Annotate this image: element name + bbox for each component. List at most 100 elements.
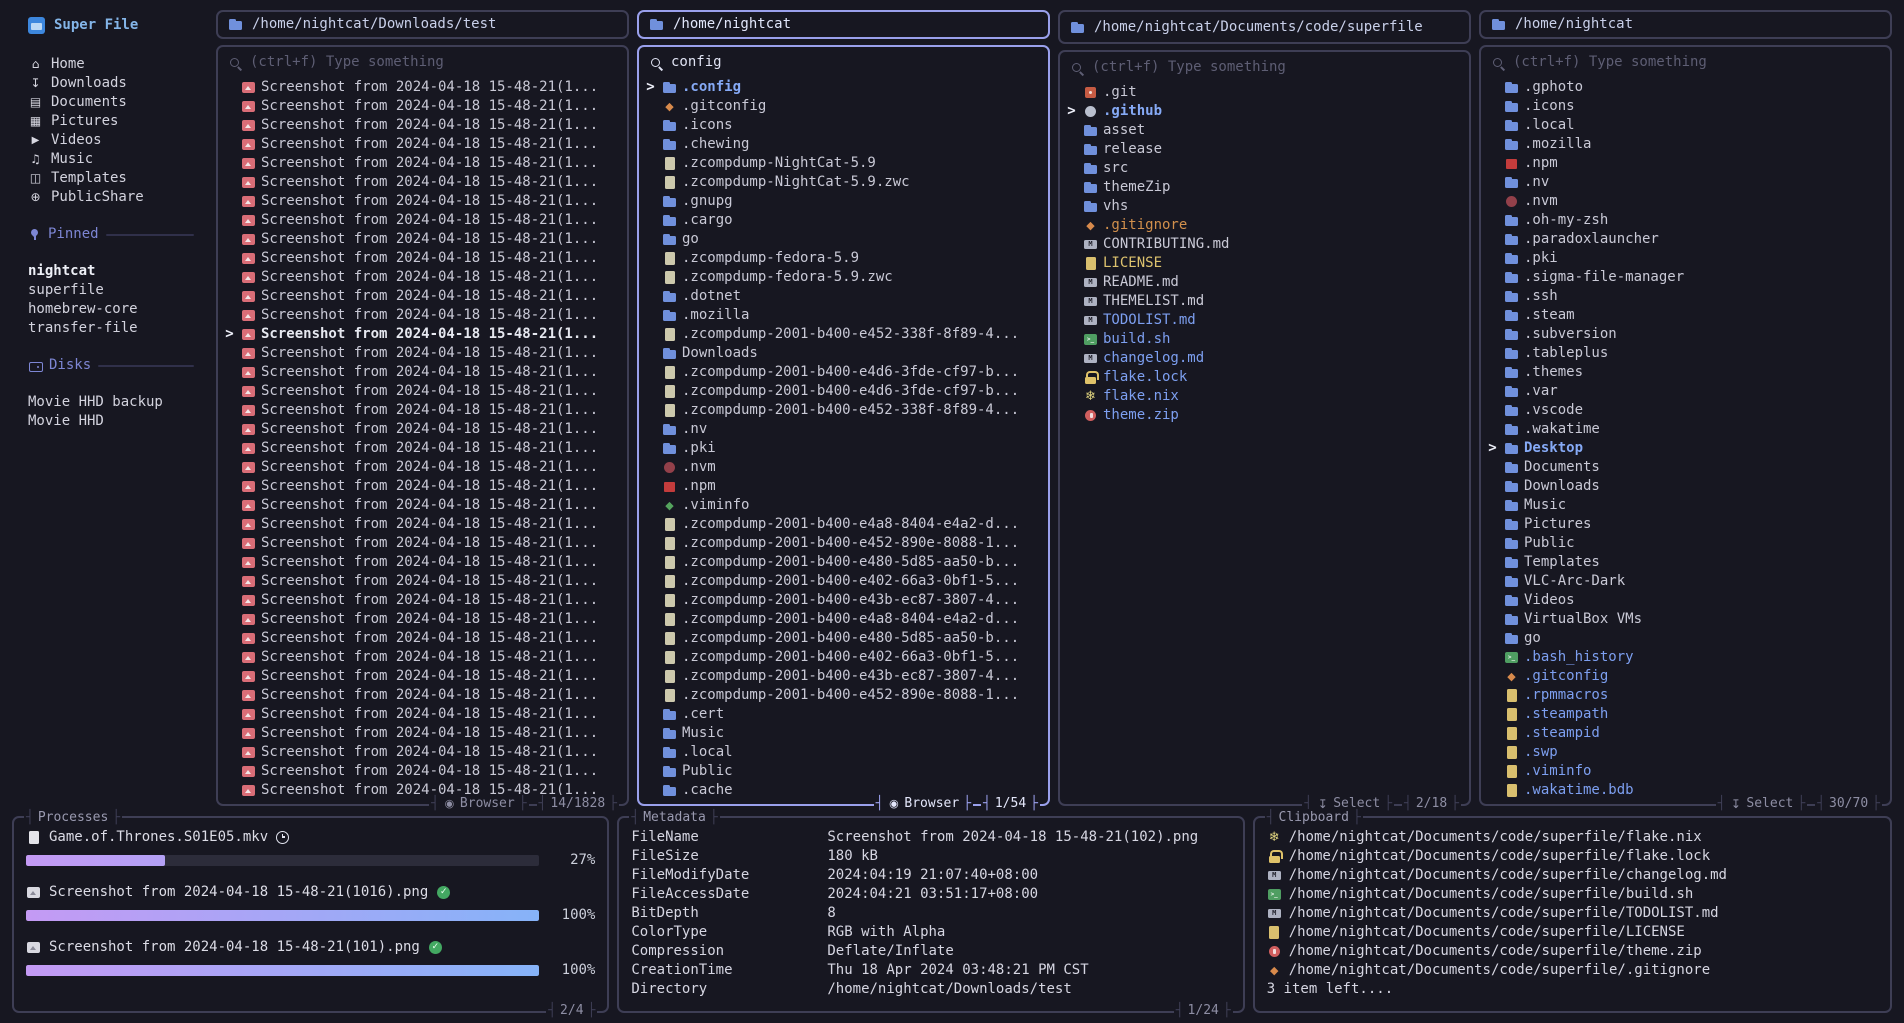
file-row[interactable]: ❄flake.nix bbox=[1060, 387, 1469, 406]
file-row[interactable]: Screenshot from 2024-04-18 15-48-21(1... bbox=[218, 420, 627, 439]
file-row[interactable]: .zcompdump-2001-b400-e43b-ec87-3807-4... bbox=[639, 667, 1048, 686]
file-row[interactable]: Screenshot from 2024-04-18 15-48-21(1... bbox=[218, 667, 627, 686]
file-row[interactable]: Screenshot from 2024-04-18 15-48-21(1... bbox=[218, 344, 627, 363]
file-row[interactable]: .chewing bbox=[639, 135, 1048, 154]
file-row[interactable]: .zcompdump-2001-b400-e452-890e-8088-1... bbox=[639, 534, 1048, 553]
file-row[interactable]: Public bbox=[1481, 534, 1890, 553]
file-row[interactable]: .cargo bbox=[639, 211, 1048, 230]
file-row[interactable]: .zcompdump-NightCat-5.9.zwc bbox=[639, 173, 1048, 192]
pinned-item-transfer-file[interactable]: transfer-file bbox=[28, 319, 208, 338]
file-row[interactable]: Public bbox=[639, 762, 1048, 781]
file-row[interactable]: .zcompdump-2001-b400-e452-338f-8f89-4... bbox=[639, 325, 1048, 344]
pinned-item-homebrew-core[interactable]: homebrew-core bbox=[28, 300, 208, 319]
file-row[interactable]: .npm bbox=[1481, 154, 1890, 173]
file-row[interactable]: .cache bbox=[639, 781, 1048, 800]
file-row[interactable]: .zcompdump-2001-b400-e402-66a3-0bf1-5... bbox=[639, 648, 1048, 667]
file-row[interactable]: THEMELIST.md bbox=[1060, 292, 1469, 311]
file-row[interactable]: Screenshot from 2024-04-18 15-48-21(1... bbox=[218, 610, 627, 629]
panel-path-bar[interactable]: /home/nightcat bbox=[1479, 10, 1892, 39]
file-row[interactable]: .zcompdump-2001-b400-e480-5d85-aa50-b... bbox=[639, 629, 1048, 648]
file-row[interactable]: Screenshot from 2024-04-18 15-48-21(1... bbox=[218, 553, 627, 572]
sidebar-item-documents[interactable]: ▤Documents bbox=[28, 93, 208, 112]
file-row[interactable]: Screenshot from 2024-04-18 15-48-21(1... bbox=[218, 230, 627, 249]
file-row[interactable]: release bbox=[1060, 140, 1469, 159]
file-row[interactable]: asset bbox=[1060, 121, 1469, 140]
file-row[interactable]: Screenshot from 2024-04-18 15-48-21(1... bbox=[218, 439, 627, 458]
file-row[interactable]: .swp bbox=[1481, 743, 1890, 762]
file-row[interactable]: .zcompdump-fedora-5.9.zwc bbox=[639, 268, 1048, 287]
file-row[interactable]: .dotnet bbox=[639, 287, 1048, 306]
panel-search[interactable]: (ctrl+f) Type something bbox=[1481, 51, 1890, 78]
file-row[interactable]: .rpmmacros bbox=[1481, 686, 1890, 705]
file-row[interactable]: TODOLIST.md bbox=[1060, 311, 1469, 330]
file-row[interactable]: Screenshot from 2024-04-18 15-48-21(1... bbox=[218, 173, 627, 192]
pinned-item-nightcat[interactable]: nightcat bbox=[28, 262, 208, 281]
file-row[interactable]: VirtualBox VMs bbox=[1481, 610, 1890, 629]
file-row[interactable]: .steam bbox=[1481, 306, 1890, 325]
file-row[interactable]: .zcompdump-2001-b400-e4d6-3fde-cf97-b... bbox=[639, 363, 1048, 382]
file-row[interactable]: Pictures bbox=[1481, 515, 1890, 534]
file-row[interactable]: Screenshot from 2024-04-18 15-48-21(1... bbox=[218, 211, 627, 230]
file-row[interactable]: .zcompdump-NightCat-5.9 bbox=[639, 154, 1048, 173]
file-row[interactable]: src bbox=[1060, 159, 1469, 178]
file-row[interactable]: Screenshot from 2024-04-18 15-48-21(1... bbox=[218, 724, 627, 743]
file-row[interactable]: Screenshot from 2024-04-18 15-48-21(1... bbox=[218, 743, 627, 762]
panel-path-bar[interactable]: /home/nightcat bbox=[637, 10, 1050, 39]
file-row[interactable]: Screenshot from 2024-04-18 15-48-21(1... bbox=[218, 458, 627, 477]
file-row[interactable]: Screenshot from 2024-04-18 15-48-21(1... bbox=[218, 401, 627, 420]
file-row[interactable]: .pki bbox=[1481, 249, 1890, 268]
file-row[interactable]: theme.zip bbox=[1060, 406, 1469, 425]
file-row[interactable]: CONTRIBUTING.md bbox=[1060, 235, 1469, 254]
file-row[interactable]: .var bbox=[1481, 382, 1890, 401]
panel-path-bar[interactable]: /home/nightcat/Documents/code/superfile bbox=[1058, 10, 1471, 44]
file-row[interactable]: ◆.viminfo bbox=[639, 496, 1048, 515]
file-row[interactable]: README.md bbox=[1060, 273, 1469, 292]
file-row[interactable]: VLC-Arc-Dark bbox=[1481, 572, 1890, 591]
file-row[interactable]: LICENSE bbox=[1060, 254, 1469, 273]
file-row[interactable]: .nvm bbox=[639, 458, 1048, 477]
file-row[interactable]: Videos bbox=[1481, 591, 1890, 610]
file-row[interactable]: go bbox=[1481, 629, 1890, 648]
sidebar-item-home[interactable]: ⌂Home bbox=[28, 55, 208, 74]
file-row[interactable]: Screenshot from 2024-04-18 15-48-21(1... bbox=[218, 686, 627, 705]
disk-item-movie-hhd[interactable]: Movie HHD bbox=[28, 412, 208, 431]
file-row[interactable]: .cert bbox=[639, 705, 1048, 724]
sidebar-item-videos[interactable]: ▶Videos bbox=[28, 131, 208, 150]
panel-search[interactable]: (ctrl+f) Type something bbox=[218, 51, 627, 78]
file-row[interactable]: .steampath bbox=[1481, 705, 1890, 724]
file-row[interactable]: .nv bbox=[1481, 173, 1890, 192]
file-row[interactable]: themeZip bbox=[1060, 178, 1469, 197]
file-row[interactable]: .steampid bbox=[1481, 724, 1890, 743]
file-row[interactable]: Screenshot from 2024-04-18 15-48-21(1... bbox=[218, 268, 627, 287]
file-row[interactable]: .sigma-file-manager bbox=[1481, 268, 1890, 287]
file-row[interactable]: Templates bbox=[1481, 553, 1890, 572]
file-row[interactable]: Screenshot from 2024-04-18 15-48-21(1... bbox=[218, 591, 627, 610]
file-row[interactable]: Screenshot from 2024-04-18 15-48-21(1... bbox=[218, 192, 627, 211]
file-row[interactable]: Screenshot from 2024-04-18 15-48-21(1... bbox=[218, 515, 627, 534]
file-row[interactable]: >Desktop bbox=[1481, 439, 1890, 458]
file-row[interactable]: Screenshot from 2024-04-18 15-48-21(1... bbox=[218, 249, 627, 268]
file-row[interactable]: Screenshot from 2024-04-18 15-48-21(1... bbox=[218, 78, 627, 97]
file-row[interactable]: Screenshot from 2024-04-18 15-48-21(1... bbox=[218, 306, 627, 325]
file-row[interactable]: >.config bbox=[639, 78, 1048, 97]
file-row[interactable]: .local bbox=[1481, 116, 1890, 135]
file-row[interactable]: flake.lock bbox=[1060, 368, 1469, 387]
file-row[interactable]: Screenshot from 2024-04-18 15-48-21(1... bbox=[218, 496, 627, 515]
file-row[interactable]: .subversion bbox=[1481, 325, 1890, 344]
file-row[interactable]: .local bbox=[639, 743, 1048, 762]
file-row[interactable]: .icons bbox=[1481, 97, 1890, 116]
file-row[interactable]: Screenshot from 2024-04-18 15-48-21(1... bbox=[218, 363, 627, 382]
file-row[interactable]: .oh-my-zsh bbox=[1481, 211, 1890, 230]
file-row[interactable]: ◆.gitconfig bbox=[1481, 667, 1890, 686]
sidebar-item-publicshare[interactable]: ⊕PublicShare bbox=[28, 188, 208, 207]
file-row[interactable]: .mozilla bbox=[1481, 135, 1890, 154]
file-row[interactable]: .npm bbox=[639, 477, 1048, 496]
file-row[interactable]: Screenshot from 2024-04-18 15-48-21(1... bbox=[218, 648, 627, 667]
file-row[interactable]: ◆.gitignore bbox=[1060, 216, 1469, 235]
file-row[interactable]: Music bbox=[639, 724, 1048, 743]
file-row[interactable]: .gphoto bbox=[1481, 78, 1890, 97]
file-row[interactable]: .nvm bbox=[1481, 192, 1890, 211]
disk-item-movie-hhd-backup[interactable]: Movie HHD backup bbox=[28, 393, 208, 412]
file-row[interactable]: .zcompdump-2001-b400-e480-5d85-aa50-b... bbox=[639, 553, 1048, 572]
panel-search[interactable]: config bbox=[639, 51, 1048, 78]
